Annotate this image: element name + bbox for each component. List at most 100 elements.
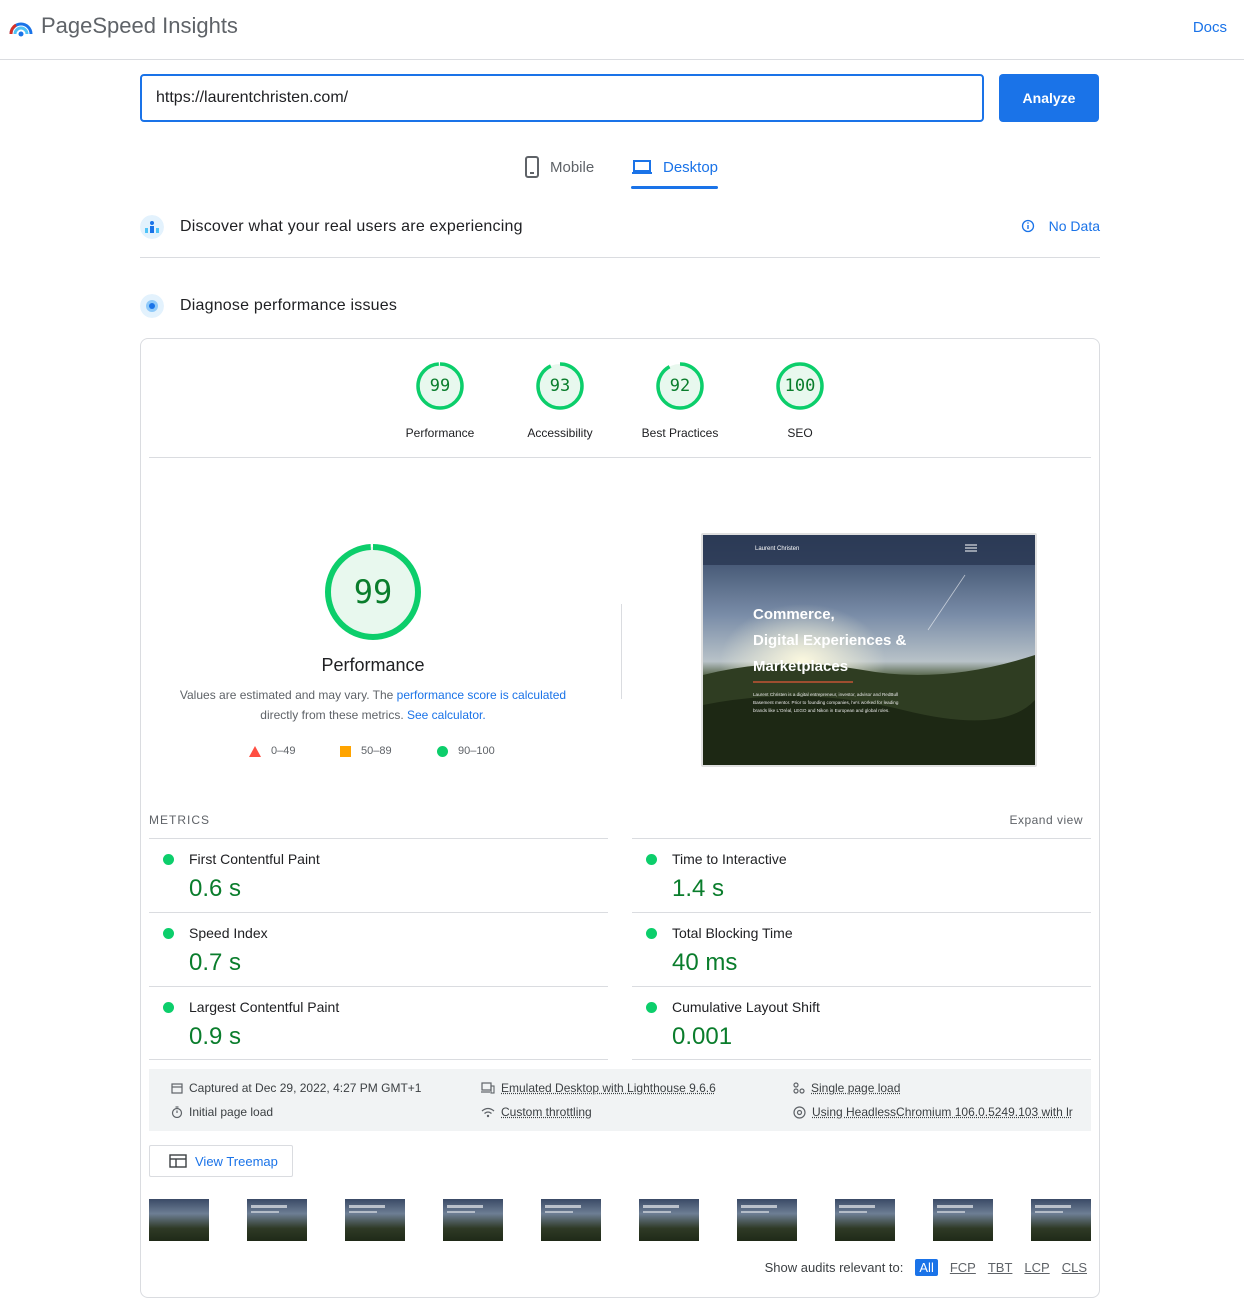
lighthouse-diagnose-icon	[140, 294, 164, 318]
metric-value: 0.6 s	[189, 875, 241, 903]
score-estimate-note: Values are estimated and may vary. The p…	[161, 685, 585, 725]
metric-name: Total Blocking Time	[672, 925, 793, 941]
tab-mobile[interactable]: Mobile	[524, 146, 594, 188]
score-label: Accessibility	[500, 426, 620, 440]
pagespeed-logo-icon	[8, 14, 34, 40]
filter-cls[interactable]: CLS	[1062, 1260, 1087, 1275]
metric-cls: Cumulative Layout Shift 0.001	[632, 986, 1091, 1060]
filter-tbt[interactable]: TBT	[988, 1260, 1013, 1275]
gauge-performance[interactable]: 99 Performance	[380, 361, 500, 440]
devices-icon	[481, 1082, 495, 1094]
laptop-icon	[631, 159, 653, 175]
score-ring: 92	[655, 361, 705, 411]
score-ring: 100	[775, 361, 825, 411]
red-triangle-icon	[249, 746, 261, 757]
metric-value: 40 ms	[672, 949, 737, 977]
tab-mobile-label: Mobile	[550, 159, 594, 176]
no-data-label: No Data	[1049, 218, 1100, 234]
real-users-title: Discover what your real users are experi…	[180, 218, 523, 236]
mobile-phone-icon	[524, 156, 540, 178]
score-legend: 0–49 50–89 90–100	[141, 743, 605, 763]
metric-name: First Contentful Paint	[189, 851, 320, 867]
green-circle-icon	[437, 746, 448, 757]
pass-dot-icon	[646, 1002, 657, 1013]
preview-headline-1: Commerce,	[753, 606, 835, 623]
throttling[interactable]: Custom throttling	[481, 1105, 592, 1119]
view-treemap-label: View Treemap	[195, 1154, 278, 1169]
initial-page-load: Initial page load	[171, 1105, 273, 1119]
pass-dot-icon	[163, 854, 174, 865]
legend-fail: 0–49	[249, 745, 295, 757]
pass-dot-icon	[646, 854, 657, 865]
single-load-text: Single page load	[811, 1081, 900, 1095]
metric-name: Largest Contentful Paint	[189, 999, 339, 1015]
see-calculator-link[interactable]: See calculator.	[407, 708, 486, 722]
diagnose-section: Diagnose performance issues	[140, 292, 1100, 320]
score-gauges: 99 Performance 93 Accessibility 92 Best …	[141, 361, 1099, 461]
run-info-panel: Captured at Dec 29, 2022, 4:27 PM GMT+1 …	[149, 1069, 1091, 1131]
preview-brand: Laurent Christen	[755, 546, 799, 552]
wifi-icon	[481, 1106, 495, 1118]
metric-tti: Time to Interactive 1.4 s	[632, 838, 1091, 912]
pass-dot-icon	[163, 928, 174, 939]
metric-fcp: First Contentful Paint 0.6 s	[149, 838, 608, 912]
metric-value: 0.001	[672, 1023, 732, 1051]
filter-all[interactable]: All	[915, 1259, 937, 1276]
score-ring: 99	[415, 361, 465, 411]
docs-link[interactable]: Docs	[1193, 19, 1227, 36]
metrics-heading: METRICS	[149, 813, 210, 827]
gauge-seo[interactable]: 100 SEO	[740, 361, 860, 440]
analyze-button[interactable]: Analyze	[999, 74, 1099, 122]
metric-value: 0.9 s	[189, 1023, 241, 1051]
score-calculated-link[interactable]: performance score is calculated	[397, 688, 566, 702]
gauge-accessibility[interactable]: 93 Accessibility	[500, 361, 620, 440]
metric-name: Time to Interactive	[672, 851, 787, 867]
filmstrip-frame	[933, 1199, 993, 1241]
filmstrip-frame	[1031, 1199, 1091, 1241]
vertical-divider	[621, 604, 622, 699]
expand-view-toggle[interactable]: Expand view	[1009, 813, 1083, 827]
score-value: 92	[655, 361, 705, 411]
filter-fcp[interactable]: FCP	[950, 1260, 976, 1275]
info-icon	[1021, 219, 1035, 233]
view-treemap-button[interactable]: View Treemap	[149, 1145, 293, 1177]
app-title: PageSpeed Insights	[41, 13, 238, 39]
score-label: Best Practices	[620, 426, 740, 440]
throttling-text: Custom throttling	[501, 1105, 592, 1119]
preview-body: Laurent Christen is a digital entreprene…	[753, 691, 913, 715]
gauge-best-practices[interactable]: 92 Best Practices	[620, 361, 740, 440]
legend-pass: 90–100	[437, 745, 495, 757]
score-value: 99	[415, 361, 465, 411]
emulated-device[interactable]: Emulated Desktop with Lighthouse 9.6.6	[481, 1081, 716, 1095]
filmstrip-frame	[345, 1199, 405, 1241]
url-input[interactable]	[140, 74, 984, 122]
legend-range: 50–89	[361, 745, 392, 757]
score-label: SEO	[740, 426, 860, 440]
real-users-section: Discover what your real users are experi…	[140, 213, 1100, 241]
initial-load-text: Initial page load	[189, 1105, 273, 1119]
report-card: 99 Performance 93 Accessibility 92 Best …	[140, 338, 1100, 1298]
tab-desktop[interactable]: Desktop	[631, 146, 718, 188]
final-screenshot: Laurent Christen Commerce, Digital Exper…	[701, 533, 1037, 767]
pass-dot-icon	[646, 928, 657, 939]
timer-icon	[171, 1106, 183, 1118]
calendar-icon	[171, 1082, 183, 1094]
pass-dot-icon	[163, 1002, 174, 1013]
score-value: 93	[535, 361, 585, 411]
device-tabs: Mobile Desktop	[0, 146, 1244, 190]
chrome-icon	[793, 1106, 806, 1119]
metric-si: Speed Index 0.7 s	[149, 912, 608, 986]
legend-range: 90–100	[458, 745, 495, 757]
no-data-status[interactable]: No Data	[1021, 218, 1100, 234]
legend-average: 50–89	[340, 745, 392, 757]
divider	[149, 457, 1091, 458]
filmstrip-frame	[247, 1199, 307, 1241]
browser-version[interactable]: Using HeadlessChromium 106.0.5249.103 wi…	[793, 1105, 1073, 1119]
metrics-bottom-line	[149, 1059, 1091, 1060]
captured-text: Captured at Dec 29, 2022, 4:27 PM GMT+1	[189, 1081, 421, 1095]
filter-lcp[interactable]: LCP	[1024, 1260, 1049, 1275]
metric-name: Speed Index	[189, 925, 268, 941]
filmstrip-frame	[835, 1199, 895, 1241]
filmstrip-frame	[541, 1199, 601, 1241]
single-page-load[interactable]: Single page load	[793, 1081, 900, 1095]
